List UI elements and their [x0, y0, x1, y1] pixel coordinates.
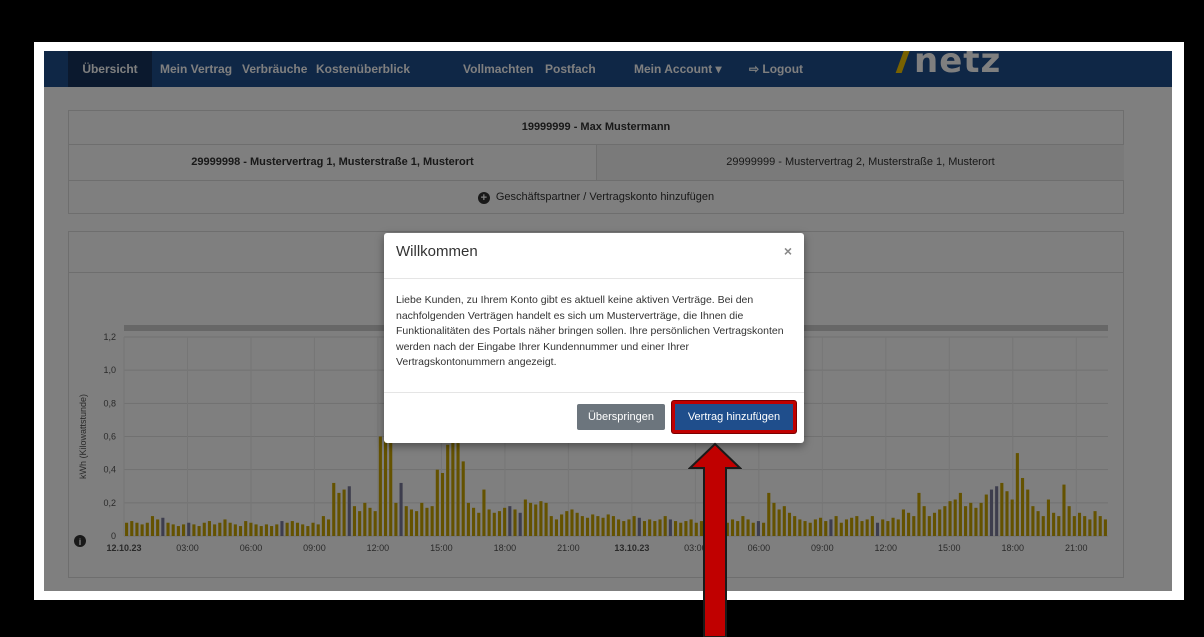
- portal-screen: Übersicht Mein Vertrag Verbräuche Kosten…: [44, 51, 1172, 591]
- modal-body-text: Liebe Kunden, zu Ihrem Konto gibt es akt…: [396, 294, 784, 368]
- modal-footer-divider: [384, 392, 804, 393]
- modal-title: Willkommen: [396, 243, 478, 260]
- welcome-modal: Willkommen × Liebe Kunden, zu Ihrem Kont…: [384, 233, 804, 443]
- modal-divider: [384, 278, 804, 279]
- close-icon[interactable]: ×: [784, 243, 792, 259]
- add-contract-button[interactable]: Vertrag hinzufügen: [672, 401, 796, 433]
- red-arrow-annotation: [688, 442, 742, 637]
- skip-button[interactable]: Überspringen: [577, 404, 665, 430]
